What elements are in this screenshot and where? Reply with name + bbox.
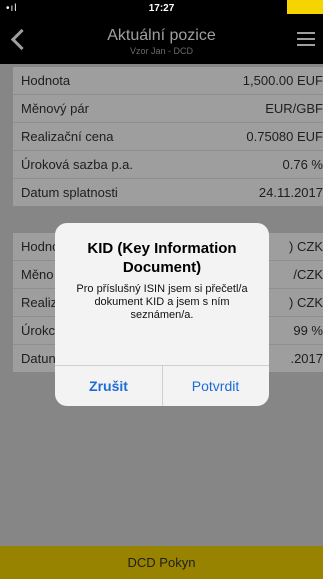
confirm-button[interactable]: Potvrdit bbox=[162, 366, 269, 406]
dialog-button-bar: Zrušit Potvrdit bbox=[55, 365, 269, 406]
kid-alert-dialog: KID (Key Information Document) Pro přísl… bbox=[55, 223, 269, 406]
top-accent-strip bbox=[287, 0, 323, 14]
status-bar: •ıl 17:27 ▮ bbox=[0, 0, 323, 18]
modal-backdrop-footer bbox=[0, 546, 323, 579]
dialog-message: Pro příslušný ISIN jsem si přečetl/a dok… bbox=[76, 283, 248, 321]
dialog-title: KID (Key Information Document) bbox=[87, 240, 237, 276]
cancel-button[interactable]: Zrušit bbox=[55, 366, 163, 406]
app-screen: •ıl 17:27 ▮ Aktuální pozice Vzor Jan - D… bbox=[0, 0, 323, 579]
status-time: 17:27 bbox=[148, 3, 175, 14]
